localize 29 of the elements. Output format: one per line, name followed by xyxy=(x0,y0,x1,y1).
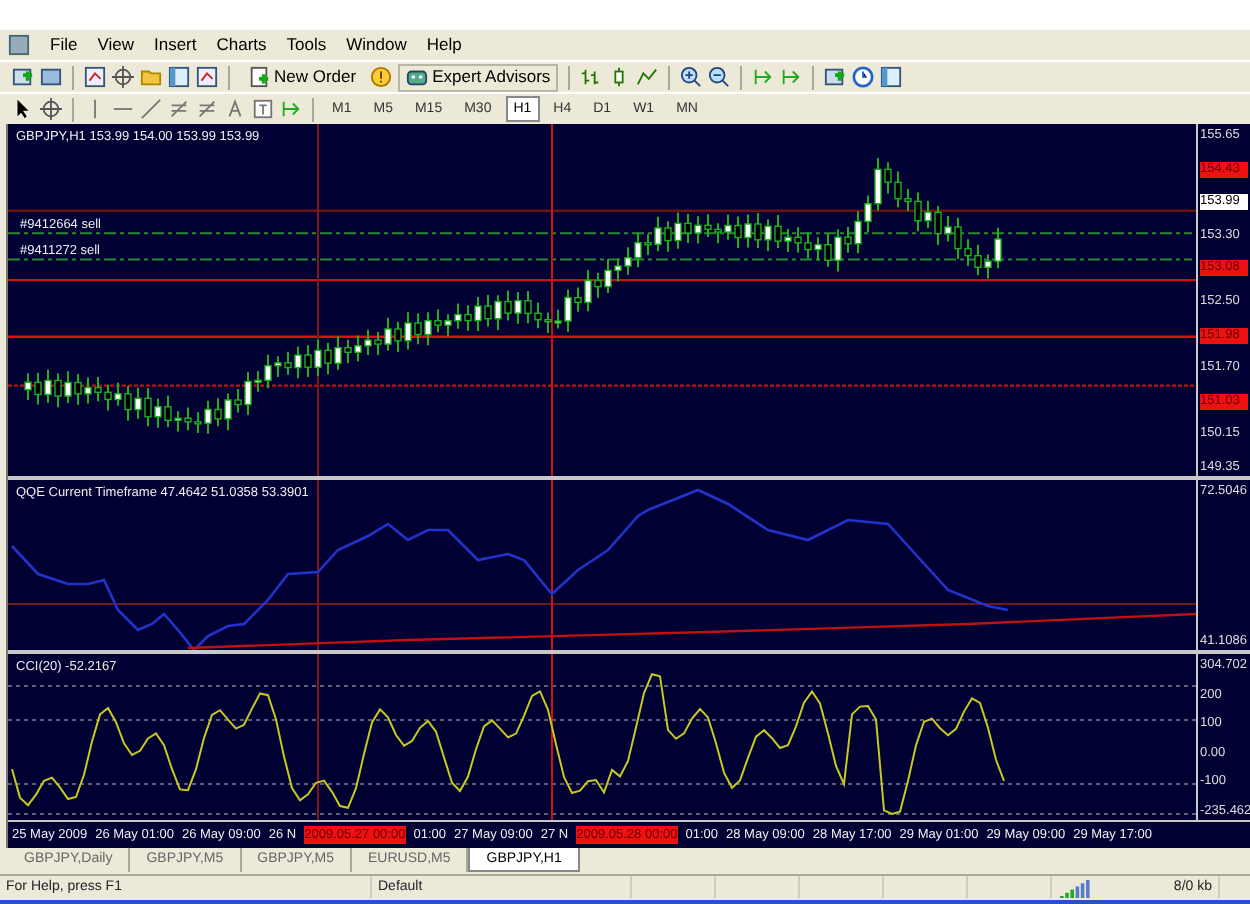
bar-chart-icon[interactable] xyxy=(580,66,603,88)
menu-item[interactable]: View xyxy=(97,32,134,58)
folder-icon[interactable] xyxy=(140,66,162,88)
robot-icon xyxy=(406,66,429,88)
warning-icon[interactable] xyxy=(370,66,393,88)
crosshair-icon[interactable] xyxy=(40,98,62,120)
document-plus-icon xyxy=(248,66,270,88)
menu-item[interactable]: File xyxy=(50,32,78,58)
zoom-in-icon[interactable] xyxy=(680,66,703,88)
line-chart-icon[interactable] xyxy=(636,66,659,88)
connection-bars-icon xyxy=(1060,878,1092,898)
menu-item[interactable]: Window xyxy=(346,32,407,58)
crosshair-icon[interactable] xyxy=(112,66,134,88)
trend-line-icon[interactable] xyxy=(140,98,162,120)
menu-item[interactable]: Insert xyxy=(153,32,197,58)
zoom-out-icon[interactable] xyxy=(708,66,731,88)
clock-icon[interactable] xyxy=(852,66,875,88)
new-chart-icon[interactable] xyxy=(12,66,34,88)
cursor-icon[interactable] xyxy=(12,98,34,120)
window-icon[interactable] xyxy=(40,66,62,88)
text-icon[interactable] xyxy=(224,98,246,120)
menu-item[interactable]: Help xyxy=(426,32,462,58)
panel-icon[interactable] xyxy=(168,66,190,88)
menu-item[interactable]: Tools xyxy=(286,32,327,58)
menu-item[interactable]: Charts xyxy=(216,32,267,58)
new-order-button[interactable]: New Order xyxy=(240,63,365,91)
label-icon[interactable] xyxy=(252,98,274,120)
app-icon xyxy=(8,34,30,56)
expert-advisors-button[interactable]: Expert Advisors xyxy=(398,63,559,91)
